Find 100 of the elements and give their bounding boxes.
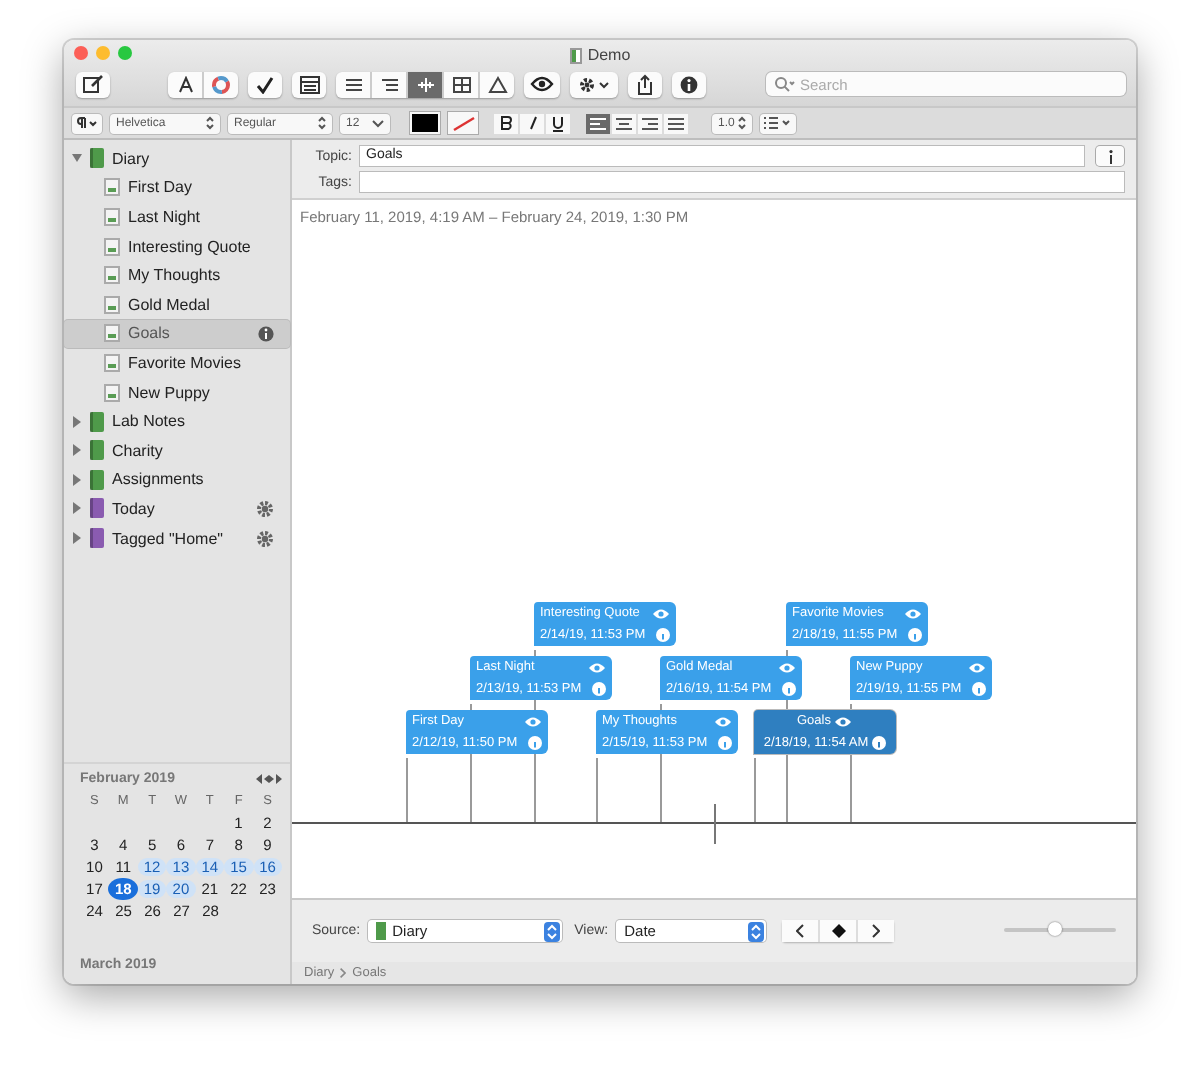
italic-button[interactable] [520,113,544,133]
center-button[interactable] [820,920,857,942]
slash-icon [451,115,475,131]
note-icon [104,178,120,197]
gear-icon [578,75,610,93]
align-left-icon [590,117,606,129]
bold-button[interactable] [494,113,518,133]
smart-folder-icon [90,528,104,549]
smart-folder-icon [90,498,104,519]
color-wheel-icon [212,75,230,93]
sidebar-item[interactable]: Diary [64,144,290,174]
sidebar-item[interactable]: Charity [64,435,290,466]
eye-icon[interactable] [834,715,853,727]
view-mode-button[interactable] [444,71,478,97]
stepper-icon [206,116,214,130]
stepper-icon [318,116,326,130]
eye-icon[interactable] [524,715,542,727]
note-icon [104,324,120,343]
sidebar-item[interactable]: My Thoughts [64,260,290,290]
justify-icon [668,117,684,129]
sidebar-item[interactable]: Gold Medal [64,289,290,320]
align-center-icon [616,117,632,129]
sidebar-item[interactable]: Lab Notes [64,406,290,436]
window-title: Demo [587,46,631,64]
paragraph-icon [76,116,98,130]
notebook-icon [90,411,104,432]
disclosure-triangle-icon[interactable] [72,502,82,515]
close-button[interactable] [74,46,88,60]
alignment-button[interactable] [586,113,610,133]
underline-button[interactable] [546,113,570,133]
compose-button[interactable] [76,71,110,97]
view-mode-button[interactable] [408,71,442,97]
eye-button[interactable] [524,71,560,97]
paragraph-style-button[interactable] [72,113,102,133]
share-icon [636,73,654,95]
share-button[interactable] [628,71,662,97]
disclosure-triangle-icon[interactable] [72,532,82,545]
sidebar-item[interactable]: Favorite Movies [64,348,290,378]
chevron-right-icon [872,924,881,938]
color-wheel-button[interactable] [204,71,238,97]
disclosure-triangle-icon[interactable] [72,152,82,165]
note-icon [104,353,120,372]
eye-icon[interactable] [904,607,922,619]
no-highlight-swatch[interactable] [448,112,478,134]
gear-menu-button[interactable] [570,71,618,97]
slider-thumb[interactable] [1048,922,1063,936]
sidebar-item[interactable]: Today [64,494,290,524]
note-icon [104,383,120,402]
sidebar-item[interactable]: Last Night [64,202,290,232]
eye-icon[interactable] [588,661,606,673]
bullet-list-icon [764,116,792,130]
next-button[interactable] [858,920,895,942]
underline-icon [552,115,564,131]
eye-icon[interactable] [778,661,796,673]
tags-field[interactable] [360,172,1124,192]
list-style-button[interactable] [760,113,796,133]
text-color-swatch[interactable] [410,112,440,134]
checkmark-button[interactable] [248,71,282,97]
triangle-icon [487,75,507,93]
sidebar-item[interactable]: New Puppy [64,377,290,407]
sidebar-item[interactable]: Interesting Quote [64,231,290,261]
alignment-button[interactable] [612,113,636,133]
alignment-button[interactable] [664,113,688,133]
font-button[interactable] [168,71,202,97]
info-icon [680,75,698,93]
info-icon[interactable] [872,736,887,750]
calendar-button[interactable] [292,71,326,97]
chevron-left-icon [796,924,805,938]
eye-icon[interactable] [714,715,732,727]
stepper-icon [748,921,765,941]
stepper-icon [544,921,561,941]
disclosure-triangle-icon[interactable] [72,415,82,428]
eye-icon[interactable] [968,661,986,673]
sidebar-item[interactable]: Goals [64,319,290,349]
sidebar-item[interactable]: Assignments [64,465,290,495]
sidebar-item[interactable]: Tagged "Home" [64,523,290,553]
notebook-icon [376,922,387,940]
info-button[interactable] [1096,146,1124,166]
info-button[interactable] [672,71,706,97]
alignment-button[interactable] [638,113,662,133]
note-icon [104,295,120,314]
info-icon[interactable] [258,325,274,342]
chevron-icon [340,968,347,978]
view-mode-button[interactable] [480,71,514,97]
zoom-slider[interactable] [1004,922,1116,940]
month-navigation-icon[interactable] [256,774,282,784]
view-mode-button[interactable] [336,71,370,97]
document-icon [569,47,582,63]
view-mode-button[interactable] [372,71,406,97]
lines-icon [343,75,363,93]
notebook-icon [90,469,104,490]
chevron-down-icon [372,119,384,127]
disclosure-triangle-icon[interactable] [72,444,82,457]
sidebar-item[interactable]: First Day [64,173,290,203]
stepper-icon [738,116,746,130]
previous-button[interactable] [782,920,819,942]
eye-icon[interactable] [652,607,670,619]
disclosure-triangle-icon[interactable] [72,473,82,486]
note-icon [104,207,120,226]
timeline-icon [415,75,435,93]
